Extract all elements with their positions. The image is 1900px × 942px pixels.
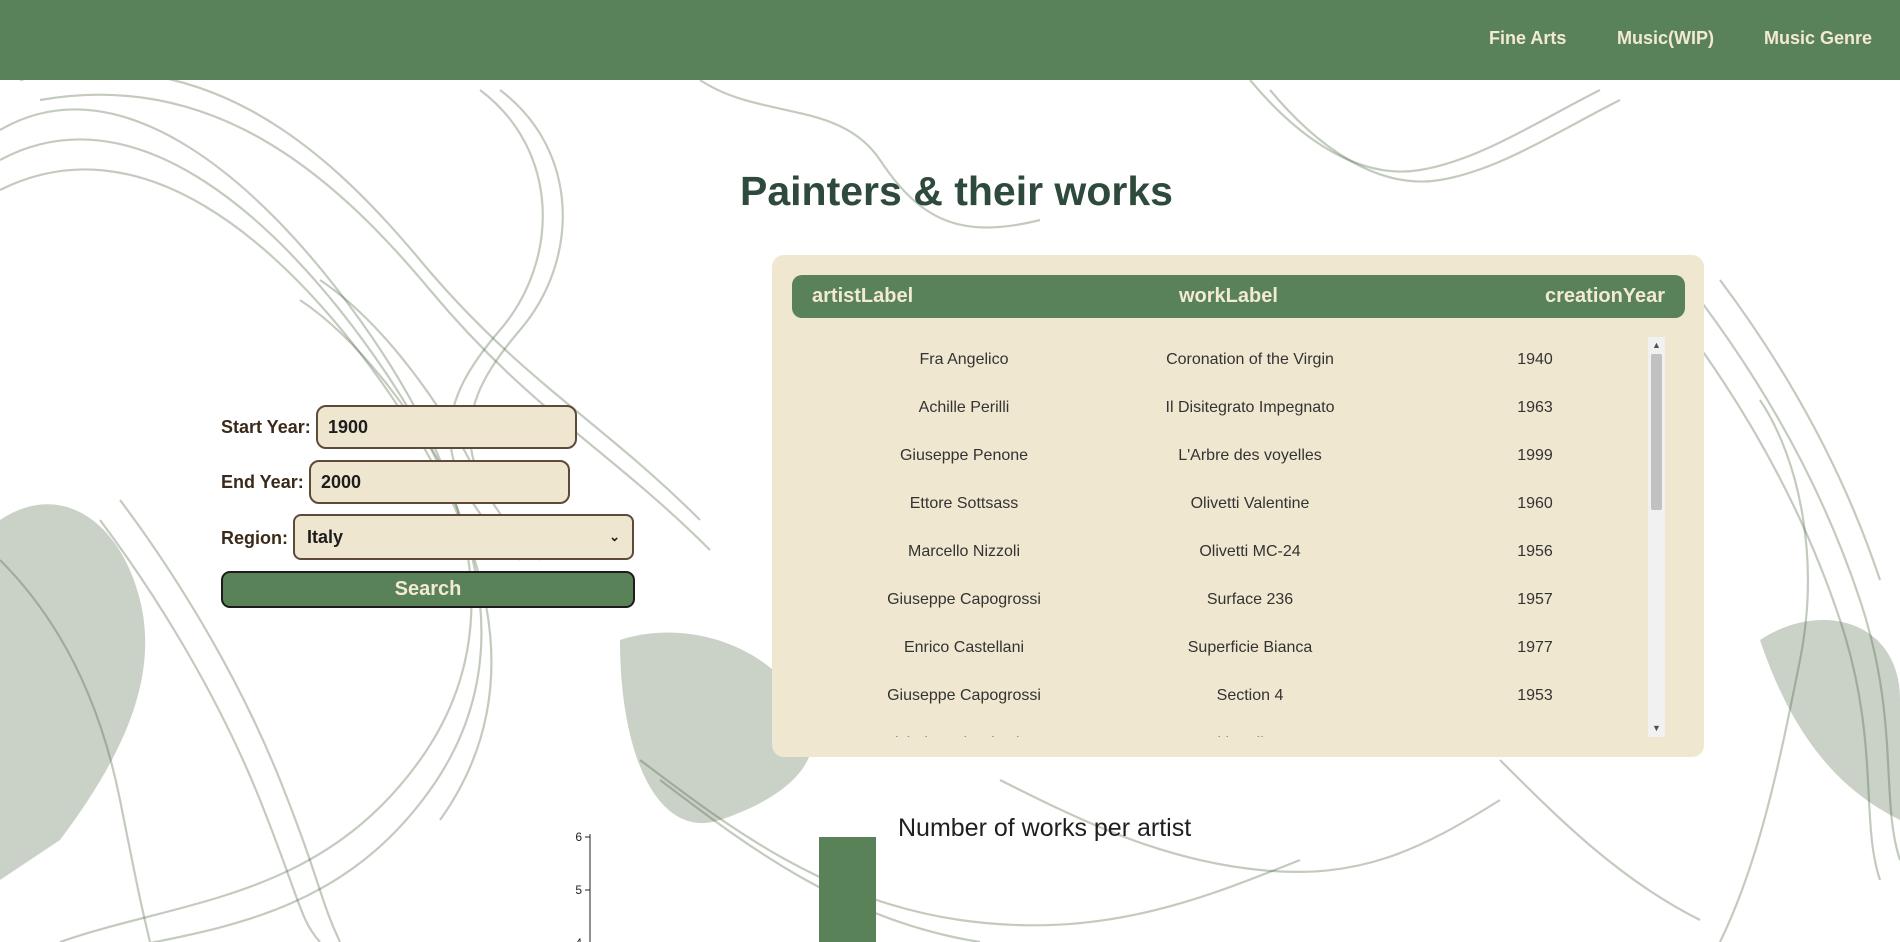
column-header-artist[interactable]: artistLabel	[812, 285, 913, 308]
region-label: Region:	[221, 528, 288, 548]
work-cell: Olivetti Valentine	[1190, 495, 1310, 512]
nav-item-music-genre[interactable]: Music Genre	[1764, 28, 1872, 49]
artist-cell: Giuseppe Penone	[899, 447, 1029, 464]
artist-cell: Enrico Castellani	[903, 639, 1025, 656]
scroll-up-arrow-icon[interactable]: ▲	[1648, 337, 1665, 354]
table-body[interactable]: Fra Angelico Coronation of the Virgin 1940…	[792, 337, 1685, 737]
scroll-down-arrow-icon[interactable]: ▼	[1648, 720, 1665, 737]
y-tick-label: 6	[575, 830, 582, 844]
y-tick-label: 4	[575, 936, 582, 942]
year-cell: 1977	[1517, 639, 1553, 656]
end-year-label: End Year:	[221, 472, 304, 492]
table-scrollbar[interactable]: ▲ ▼	[1648, 337, 1665, 737]
artist-cell: Fra Angelico	[919, 351, 1009, 368]
year-cell: 1956	[1517, 543, 1553, 560]
work-cell: L'Arbre des voyelles	[1178, 447, 1322, 464]
work-cell: Section 4	[1216, 687, 1284, 704]
start-year-input[interactable]: 1900	[316, 405, 577, 449]
region-select[interactable]: Italy ⌄	[293, 514, 634, 560]
artist-cell: Giuseppe Capogrossi	[887, 687, 1041, 704]
table-row[interactable]: Fra Angelico Coronation of the Virgin 1940	[792, 337, 1662, 385]
work-cell: Man with Yellow Pants	[1170, 735, 1329, 737]
year-cell: 1963	[1517, 399, 1553, 416]
artist-cell: Ettore Sottsass	[909, 495, 1019, 512]
chevron-down-icon: ⌄	[609, 529, 620, 544]
y-tick-label: 5	[575, 883, 582, 897]
region-select-value: Italy	[307, 526, 344, 547]
end-year-input[interactable]: 2000	[309, 460, 570, 504]
column-header-year[interactable]: creationYear	[1545, 285, 1665, 308]
page-title: Painters & their works	[740, 168, 1173, 214]
year-cell: 1960	[1517, 495, 1553, 512]
column-header-work[interactable]: workLabel	[1179, 285, 1278, 308]
works-per-artist-chart: 4 5 6	[575, 830, 876, 942]
year-cell: 1999	[1517, 447, 1553, 464]
start-year-label: Start Year:	[221, 417, 311, 437]
nav-item-music-wip[interactable]: Music(WIP)	[1617, 28, 1714, 49]
artist-cell: Achille Perilli	[918, 399, 1010, 416]
work-cell: Coronation of the Virgin	[1166, 351, 1334, 368]
artist-cell: Giuseppe Capogrossi	[887, 591, 1041, 608]
scroll-thumb[interactable]	[1651, 354, 1662, 510]
table-header: artistLabel workLabel creationYear	[792, 275, 1685, 318]
top-navigation-bar: Fine Arts Music(WIP) Music Genre	[0, 0, 1900, 80]
artist-cell: Marcello Nizzoli	[907, 543, 1021, 560]
work-cell: Surface 236	[1206, 591, 1294, 608]
table-row[interactable]: Giuseppe Capogrossi Section 4 1953	[792, 673, 1662, 721]
year-cell: 1940	[1517, 351, 1553, 368]
table-row[interactable]: Giuseppe Penone L'Arbre des voyelles 1999	[792, 433, 1662, 481]
search-button[interactable]: Search	[221, 571, 635, 608]
table-row[interactable]: Achille Perilli Il Disitegrato Impegnato 1…	[792, 385, 1662, 433]
nav-item-fine-arts[interactable]: Fine Arts	[1489, 28, 1566, 49]
year-cell: 1953	[1517, 687, 1553, 704]
work-cell: Superficie Bianca	[1187, 639, 1313, 656]
work-cell: Olivetti MC-24	[1199, 543, 1301, 560]
table-row[interactable]: Enrico Castellani Superficie Bianca 1977	[792, 625, 1662, 673]
artist-cell: Michelangelo Pistoletto	[882, 735, 1047, 737]
chart-bar[interactable]	[819, 837, 876, 942]
table-row[interactable]: Marcello Nizzoli Olivetti MC-24 1956	[792, 529, 1662, 577]
chart-title: Number of works per artist	[898, 814, 1192, 842]
table-row[interactable]: Ettore Sottsass Olivetti Valentine 1960	[792, 481, 1662, 529]
work-cell: Il Disitegrato Impegnato	[1165, 399, 1335, 416]
table-row[interactable]: Giuseppe Capogrossi Surface 236 1957	[792, 577, 1662, 625]
year-cell: 1957	[1517, 591, 1553, 608]
table-row[interactable]: Michelangelo Pistoletto Man with Yellow P…	[792, 721, 1662, 737]
year-cell: 1964	[1517, 735, 1553, 737]
results-table-panel: artistLabel workLabel creationYear Fra A…	[772, 255, 1704, 757]
